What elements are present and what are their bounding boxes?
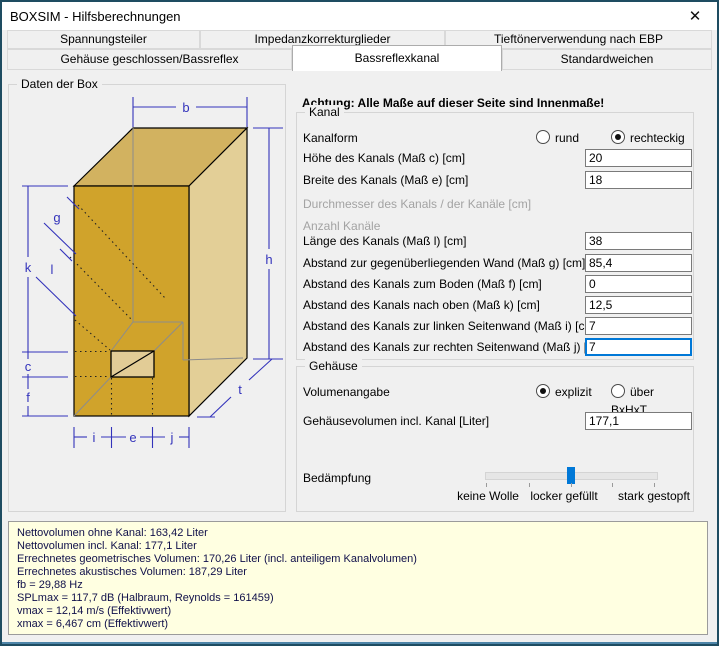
abstand-rechts-input[interactable] — [585, 338, 692, 356]
box-front-face — [73, 185, 190, 417]
tab-spannungsteiler[interactable]: Spannungsteiler — [7, 30, 200, 49]
dim-label-g: g — [53, 210, 60, 225]
slider-label-stark-gestopft: stark gestopft — [617, 489, 691, 503]
kanalform-label: Kanalform — [303, 131, 358, 145]
field-row: Durchmesser des Kanals / der Kanäle [cm] — [303, 195, 689, 213]
dim-label-k: k — [25, 260, 32, 275]
result-netto-incl-kanal: Nettovolumen incl. Kanal: 177,1 Liter — [17, 540, 197, 552]
kanalform-row: Kanalform rund rechteckig — [303, 129, 689, 147]
rund-radio-label: rund — [555, 131, 580, 145]
breite-kanal-input[interactable] — [585, 171, 692, 189]
results-panel: Nettovolumen ohne Kanal: 163,42 Liter Ne… — [8, 521, 708, 635]
hoehe-kanal-input[interactable] — [585, 149, 692, 167]
rechteckig-radio[interactable]: rechteckig — [611, 129, 685, 145]
rund-radio-circle[interactable] — [536, 130, 550, 144]
result-xmax: xmax = 6,467 cm (Effektivwert) — [17, 618, 169, 630]
dim-label-c: c — [25, 359, 32, 374]
slider-tick — [529, 483, 530, 487]
slider-tick — [654, 483, 655, 487]
kanal-group: Kanal Kanalform rund rechteckig Höhe des… — [296, 105, 694, 360]
volume-row: Gehäusevolumen incl. Kanal [Liter] — [303, 412, 692, 430]
result-vmax: vmax = 12,14 m/s (Effektivwert) — [17, 605, 172, 617]
bxhxt-radio-circle[interactable] — [611, 384, 625, 398]
field-row: Breite des Kanals (Maß e) [cm] — [303, 171, 692, 189]
hoehe-kanal-label: Höhe des Kanals (Maß c) [cm] — [303, 151, 466, 165]
explizit-radio-label: explizit — [555, 385, 592, 399]
gehaeusevolumen-input[interactable] — [585, 412, 692, 430]
breite-kanal-label: Breite des Kanals (Maß e) [cm] — [303, 173, 469, 187]
result-geometrisches-volumen: Errechnetes geometrisches Volumen: 170,2… — [17, 553, 417, 565]
field-row: Länge des Kanals (Maß l) [cm] — [303, 232, 692, 250]
result-netto-ohne-kanal: Nettovolumen ohne Kanal: 163,42 Liter — [17, 527, 208, 539]
dim-label-b: b — [182, 100, 189, 115]
volumenangabe-label: Volumenangabe — [303, 385, 390, 399]
slider-tick — [486, 483, 487, 487]
abstand-rechts-label: Abstand des Kanals zur rechten Seitenwan… — [303, 340, 607, 354]
slider-thumb[interactable] — [567, 467, 575, 484]
rund-radio[interactable]: rund — [536, 129, 579, 145]
box-diagram: b h k g l c f i e j t — [22, 97, 283, 448]
slider-tick — [571, 483, 572, 487]
notice-text: Achtung: Alle Maße auf dieser Seite sind… — [302, 96, 605, 110]
close-icon[interactable]: ✕ — [685, 7, 705, 27]
window-title: BOXSIM - Hilfsberechnungen — [10, 9, 181, 24]
gehaeuse-group-label: Gehäuse — [305, 359, 362, 373]
abstand-boden-input[interactable] — [585, 275, 692, 293]
field-row: Abstand des Kanals zur rechten Seitenwan… — [303, 338, 692, 356]
rechteckig-radio-circle[interactable] — [611, 130, 625, 144]
field-row: Abstand des Kanals nach oben (Maß k) [cm… — [303, 296, 692, 314]
boxsim-window: BOXSIM - Hilfsberechnungen ✕ Spannungste… — [0, 0, 719, 646]
abstand-wand-input[interactable] — [585, 254, 692, 272]
field-row: Abstand des Kanals zum Boden (Maß f) [cm… — [303, 275, 692, 293]
slider-label-keine-wolle: keine Wolle — [457, 489, 519, 503]
gehaeusevolumen-label: Gehäusevolumen incl. Kanal [Liter] — [303, 414, 490, 428]
result-fb: fb = 29,88 Hz — [17, 579, 83, 591]
abstand-links-label: Abstand des Kanals zur linken Seitenwand… — [303, 319, 598, 333]
laenge-kanal-label: Länge des Kanals (Maß l) [cm] — [303, 234, 467, 248]
abstand-oben-label: Abstand des Kanals nach oben (Maß k) [cm… — [303, 298, 540, 312]
dim-label-e: e — [129, 430, 136, 445]
volumenangabe-row: Volumenangabe explizit über BxHxT — [303, 383, 689, 417]
kanal-group-label: Kanal — [305, 105, 344, 119]
abstand-wand-label: Abstand zur gegenüberliegenden Wand (Maß… — [303, 256, 586, 270]
explizit-radio-circle[interactable] — [536, 384, 550, 398]
field-row: Höhe des Kanals (Maß c) [cm] — [303, 149, 692, 167]
explizit-radio[interactable]: explizit — [536, 383, 592, 399]
dim-label-i: i — [93, 430, 96, 445]
anzahl-kanaele-label: Anzahl Kanäle — [303, 219, 381, 233]
bxhxt-radio[interactable]: über BxHxT — [611, 383, 689, 417]
dim-label-t: t — [238, 382, 242, 397]
slider-tick — [612, 483, 613, 487]
tab-gehaeuse-geschlossen-bassreflex[interactable]: Gehäuse geschlossen/Bassreflex — [7, 49, 292, 70]
titlebar: BOXSIM - Hilfsberechnungen ✕ — [2, 2, 717, 30]
rechteckig-radio-label: rechteckig — [630, 131, 685, 145]
abstand-oben-input[interactable] — [585, 296, 692, 314]
dim-label-j: j — [170, 430, 174, 445]
tab-bassreflexkanal[interactable]: Bassreflexkanal — [292, 45, 502, 71]
dim-label-l: l — [51, 262, 54, 277]
field-row: Abstand des Kanals zur linken Seitenwand… — [303, 317, 692, 335]
result-akustisches-volumen: Errechnetes akustisches Volumen: 187,29 … — [17, 566, 247, 578]
gehaeuse-group: Gehäuse Volumenangabe explizit über BxHx… — [296, 359, 694, 512]
slider-label-locker-gefuellt: locker gefüllt — [530, 489, 598, 503]
result-splmax: SPLmax = 117,7 dB (Halbraum, Reynolds = … — [17, 592, 274, 604]
dim-label-f: f — [26, 390, 30, 405]
abstand-boden-label: Abstand des Kanals zum Boden (Maß f) [cm… — [303, 277, 542, 291]
tab-standardweichen[interactable]: Standardweichen — [502, 49, 712, 70]
durchmesser-kanal-label: Durchmesser des Kanals / der Kanäle [cm] — [303, 197, 532, 211]
dim-label-h: h — [265, 252, 272, 267]
field-row: Abstand zur gegenüberliegenden Wand (Maß… — [303, 254, 692, 272]
laenge-kanal-input[interactable] — [585, 232, 692, 250]
bedaempfung-label: Bedämpfung — [303, 471, 372, 485]
abstand-links-input[interactable] — [585, 317, 692, 335]
